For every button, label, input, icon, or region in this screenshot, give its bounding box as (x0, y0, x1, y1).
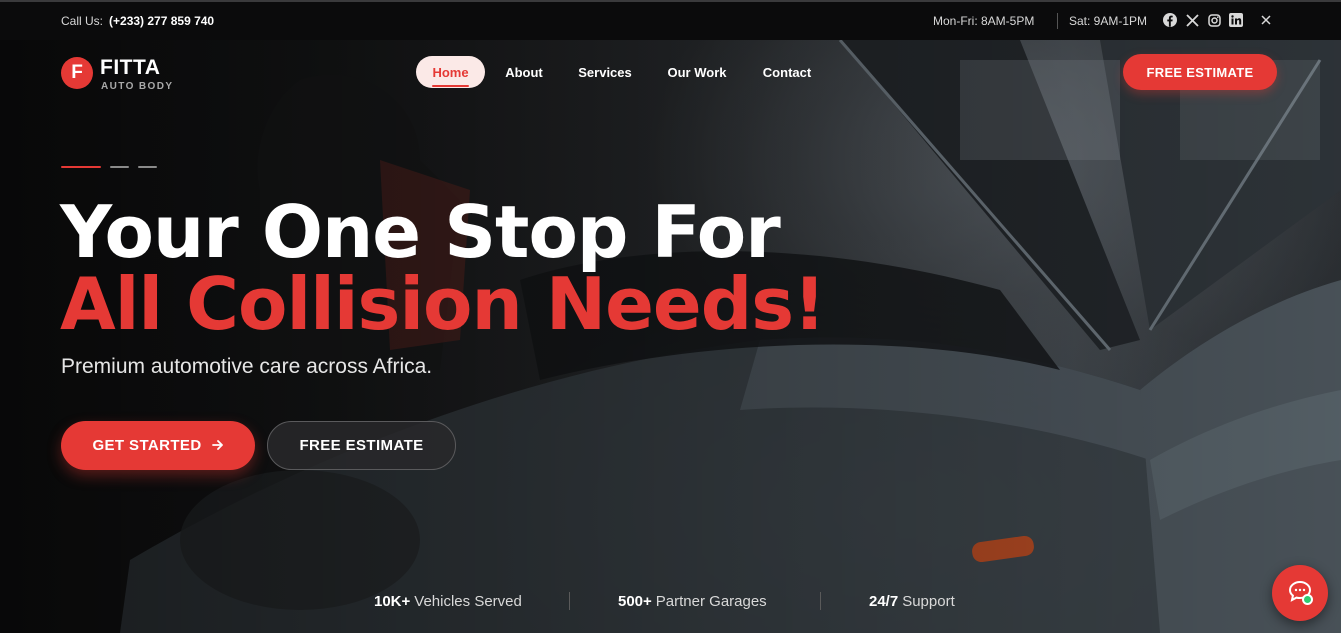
top-bar: Call Us: (+233) 277 859 740 Mon-Fri: 8AM-… (0, 0, 1341, 40)
logo-name[interactable]: FITTA (100, 56, 160, 80)
stat-garages: 500+ Partner Garages (618, 593, 767, 610)
nav-home[interactable]: Home (416, 56, 485, 88)
weekend-hours: Sat: 9AM-1PM (1069, 14, 1148, 28)
logo-badge[interactable]: F (61, 57, 93, 89)
weekday-hours: Mon-Fri: 8AM-5PM (933, 14, 1035, 28)
hero-headline-line2: All Collision Needs! (60, 262, 826, 346)
chat-button[interactable] (1272, 565, 1328, 621)
slide-indicator-2[interactable] (110, 166, 129, 168)
nav-contact[interactable]: Contact (754, 56, 820, 88)
slide-indicator-1[interactable] (61, 166, 101, 168)
nav-our-work[interactable]: Our Work (657, 56, 737, 88)
phone-number[interactable]: (+233) 277 859 740 (109, 14, 214, 28)
online-status-dot (1302, 594, 1313, 605)
stat-vehicles: 10K+ Vehicles Served (374, 593, 522, 610)
stat-divider (820, 592, 821, 610)
hero-headline-line1: Your One Stop For (60, 190, 781, 274)
stat-value: 500+ (618, 593, 652, 610)
free-estimate-hero-button[interactable]: FREE ESTIMATE (267, 421, 456, 470)
stat-value: 24/7 (869, 593, 899, 610)
get-started-button[interactable]: GET STARTED (61, 421, 255, 470)
stat-support: 24/7 Support (869, 593, 955, 610)
stat-label: Support (902, 593, 955, 610)
divider (1057, 13, 1058, 29)
nav-services[interactable]: Services (570, 56, 640, 88)
linkedin-icon[interactable] (1228, 12, 1244, 28)
free-estimate-nav-button[interactable]: FREE ESTIMATE (1123, 54, 1277, 90)
call-us: Call Us: (+233) 277 859 740 (61, 14, 214, 28)
get-started-label: GET STARTED (92, 437, 202, 454)
slide-indicator-3[interactable] (138, 166, 157, 168)
facebook-icon[interactable] (1162, 12, 1178, 28)
stat-value: 10K+ (374, 593, 411, 610)
x-icon[interactable] (1184, 12, 1200, 28)
nav-about[interactable]: About (496, 56, 552, 88)
arrow-right-icon (211, 437, 224, 454)
call-label: Call Us: (61, 14, 104, 28)
logo-subtitle: AUTO BODY (101, 81, 174, 92)
instagram-icon[interactable] (1206, 12, 1222, 28)
stat-divider (569, 592, 570, 610)
close-icon[interactable] (1258, 12, 1274, 28)
stat-label: Partner Garages (655, 593, 767, 610)
stat-label: Vehicles Served (414, 593, 522, 610)
hero-tagline: Premium automotive care across Africa. (61, 355, 433, 378)
